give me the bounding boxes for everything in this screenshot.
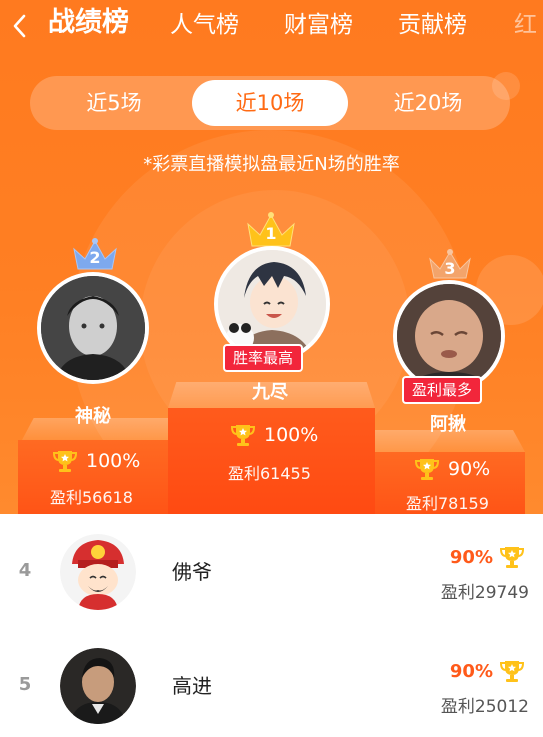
win-rate: 90% — [450, 544, 525, 570]
rank-number: 5 — [18, 674, 32, 695]
win-rate-value: 90% — [448, 458, 491, 480]
player-name-third: 阿揪 — [430, 414, 466, 435]
back-button[interactable] — [4, 8, 34, 42]
segment-last-10[interactable]: 近10场 — [192, 80, 348, 126]
win-rate: 90% — [450, 658, 525, 684]
player-name-second: 神秘 — [75, 406, 111, 427]
trophy-icon — [230, 425, 256, 446]
avatar-second[interactable] — [37, 272, 149, 384]
leaderboard-hero: 战绩榜 人气榜 财富榜 贡献榜 红 近5场 近10场 近20场 *彩票直播模拟盘… — [0, 0, 543, 514]
badge-most-profit: 盈利最多 — [402, 376, 483, 404]
top-tab-bar: 战绩榜 人气榜 财富榜 贡献榜 红 — [0, 0, 543, 56]
win-rate-value: 100% — [86, 450, 141, 472]
avatar[interactable] — [60, 648, 136, 724]
win-rate-first: 100% — [230, 422, 318, 448]
badge-highest-win-rate: 胜率最高 — [223, 344, 304, 372]
ranking-list: 4 佛爷 90% 盈利29749 5 高进 90% 盈利25012 — [0, 514, 543, 737]
chevron-left-icon — [13, 14, 26, 38]
player-name-first: 九尽 — [252, 382, 288, 403]
win-rate-value: 90% — [449, 546, 493, 568]
match-count-selector: 近5场 近10场 近20场 — [30, 76, 510, 130]
tab-red-rank[interactable]: 红 — [514, 10, 537, 40]
trophy-icon — [52, 451, 78, 472]
profit: 盈利25012 — [440, 697, 529, 717]
avatar[interactable] — [60, 534, 136, 610]
rank-number-first: 1 — [265, 224, 277, 243]
win-rate-note: *彩票直播模拟盘最近N场的胜率 — [143, 154, 400, 175]
win-rate-value: 90% — [449, 660, 493, 682]
profit-third: 盈利78159 — [406, 494, 489, 513]
profit-first: 盈利61455 — [228, 464, 311, 483]
list-item[interactable]: 5 高进 90% 盈利25012 — [0, 626, 543, 737]
trophy-icon — [414, 459, 440, 480]
profit-second: 盈利56618 — [50, 488, 133, 507]
segment-last-5[interactable]: 近5场 — [54, 76, 174, 130]
profit: 盈利29749 — [440, 583, 529, 603]
player-name: 高进 — [172, 674, 212, 698]
tab-popularity-rank[interactable]: 人气榜 — [170, 10, 239, 40]
list-item[interactable]: 4 佛爷 90% 盈利29749 — [0, 514, 543, 626]
rank-number-second: 2 — [89, 248, 101, 267]
trophy-icon — [499, 661, 525, 682]
trophy-icon — [499, 547, 525, 568]
segment-last-20[interactable]: 近20场 — [366, 76, 490, 130]
rank-number: 4 — [18, 560, 32, 581]
player-name: 佛爷 — [172, 560, 212, 584]
win-rate-second: 100% — [52, 448, 140, 474]
win-rate-third: 90% — [414, 456, 490, 482]
tab-wealth-rank[interactable]: 财富榜 — [284, 10, 353, 40]
tab-contribution-rank[interactable]: 贡献榜 — [398, 10, 467, 40]
win-rate-value: 100% — [264, 424, 319, 446]
tab-record-rank[interactable]: 战绩榜 — [48, 8, 129, 38]
rank-number-third: 3 — [444, 259, 456, 278]
